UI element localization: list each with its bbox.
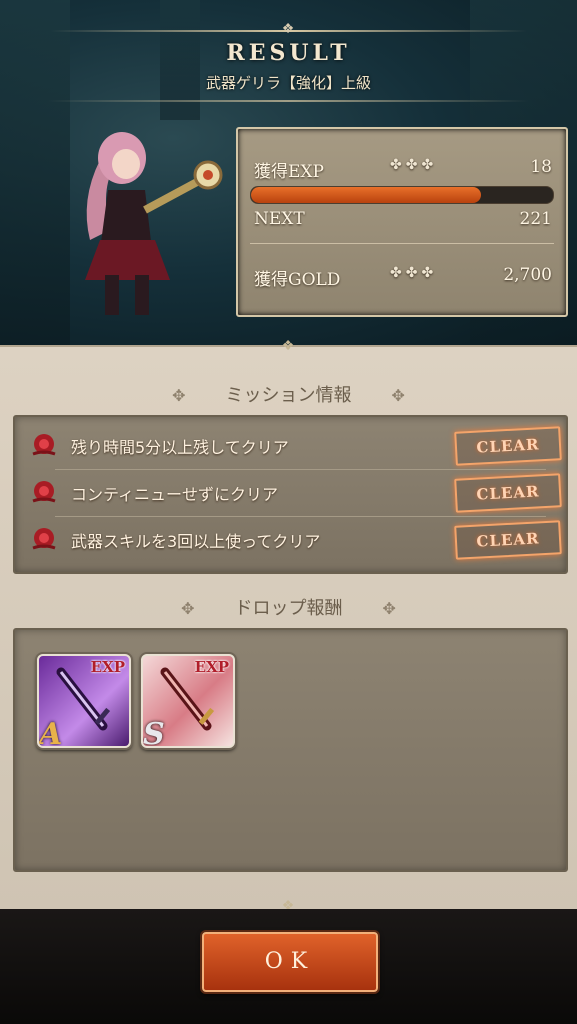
ok-button[interactable]: OK bbox=[202, 932, 378, 992]
clear-stamp: CLEAR bbox=[454, 473, 562, 513]
results-panel: ❖ ✥ ミッション情報 ✥ 残り時間5分以上残してクリア CLEAR コンティニュー… bbox=[0, 339, 577, 913]
rank-badge: A bbox=[39, 717, 63, 748]
gold-label: 獲得GOLD bbox=[254, 270, 341, 290]
ornament-right-icon: ✥ bbox=[382, 599, 396, 618]
mission-text: 残り時間5分以上残してクリア bbox=[71, 438, 289, 457]
character-sprite bbox=[85, 132, 223, 315]
stats-panel: 獲得EXP ✤✤✤ 18 NEXT 221 獲得GOLD ✤✤✤ 2,700 bbox=[236, 127, 568, 317]
ornament-right-icon: ✥ bbox=[391, 386, 405, 405]
missions-heading-label: ミッション情報 bbox=[225, 385, 352, 406]
exp-ornament-icon: ✤✤✤ bbox=[390, 157, 438, 173]
drops-heading: ✥ ドロップ報酬 ✥ bbox=[0, 594, 577, 620]
mission-item: 残り時間5分以上残してクリア CLEAR bbox=[29, 425, 562, 466]
exp-row: 獲得EXP ✤✤✤ 18 bbox=[254, 157, 552, 182]
quest-subtitle: 武器ゲリラ【強化】上級 bbox=[205, 74, 371, 92]
drop-item-purple-sword[interactable]: EXP A bbox=[37, 654, 131, 748]
exp-label: 獲得EXP bbox=[254, 162, 324, 182]
rose-icon bbox=[32, 528, 56, 550]
gold-value: 2,700 bbox=[503, 265, 552, 285]
mission-item: 武器スキルを3回以上使ってクリア CLEAR bbox=[29, 519, 562, 560]
exp-tag: EXP bbox=[194, 658, 229, 676]
exp-tag: EXP bbox=[90, 658, 125, 676]
clear-stamp: CLEAR bbox=[454, 520, 562, 560]
next-label: NEXT bbox=[254, 209, 305, 229]
mission-item: コンティニューせずにクリア CLEAR bbox=[29, 472, 562, 513]
mission-text: コンティニューせずにクリア bbox=[71, 485, 279, 504]
exp-progress-fill bbox=[251, 187, 481, 203]
result-title: RESULT bbox=[226, 40, 351, 66]
mission-divider bbox=[55, 469, 546, 470]
panel-top-emblem-icon: ❖ bbox=[281, 338, 295, 354]
drop-item-red-sword[interactable]: EXP S bbox=[141, 654, 235, 748]
stats-divider bbox=[250, 243, 554, 244]
exp-value: 18 bbox=[530, 157, 552, 177]
missions-box: 残り時間5分以上残してクリア CLEAR コンティニューせずにクリア CLEAR… bbox=[13, 415, 568, 574]
rose-icon bbox=[32, 481, 56, 503]
exp-progress-bar bbox=[250, 186, 554, 204]
ornament-left-icon: ✥ bbox=[181, 599, 195, 618]
gold-row: 獲得GOLD ✤✤✤ 2,700 bbox=[254, 265, 552, 290]
header-bottom-line bbox=[48, 100, 529, 102]
drops-heading-label: ドロップ報酬 bbox=[234, 598, 343, 619]
mission-divider bbox=[55, 516, 546, 517]
next-row: NEXT 221 bbox=[254, 209, 552, 229]
clear-stamp: CLEAR bbox=[454, 426, 562, 466]
drops-box: EXP A EXP S bbox=[13, 628, 568, 872]
gold-ornament-icon: ✤✤✤ bbox=[390, 265, 438, 281]
missions-heading: ✥ ミッション情報 ✥ bbox=[0, 381, 577, 407]
rose-icon bbox=[32, 434, 56, 456]
rank-badge: S bbox=[143, 717, 165, 748]
ornament-left-icon: ✥ bbox=[172, 386, 186, 405]
next-value: 221 bbox=[519, 209, 552, 229]
mission-text: 武器スキルを3回以上使ってクリア bbox=[71, 532, 321, 551]
header-emblem-icon: ❖ bbox=[281, 21, 295, 37]
